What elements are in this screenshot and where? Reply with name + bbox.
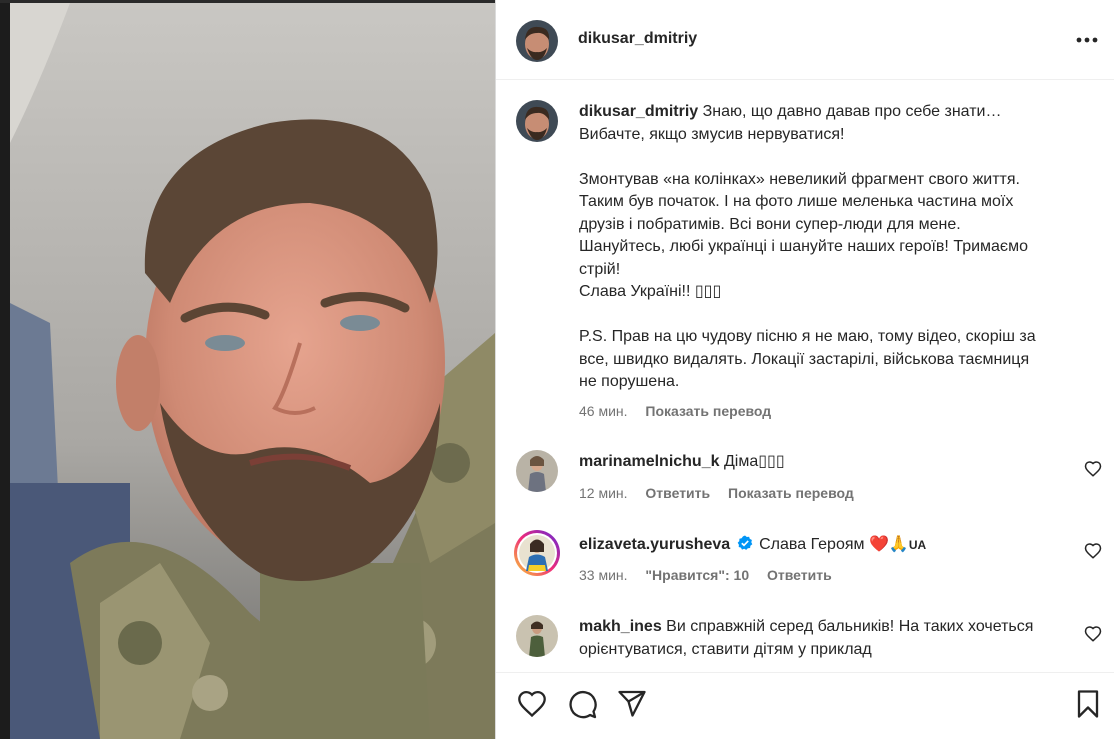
- comment-text: Ви справжній серед бальників! На таких х…: [666, 618, 1034, 635]
- post-panel: dikusar_dmitriy dikusar_dmitriy Знаю, що…: [496, 0, 1114, 739]
- avatar-image: [516, 20, 558, 62]
- comment-username[interactable]: makh_ines: [579, 618, 662, 635]
- caption-line: Шануйтесь, любі українці і шануйте наших…: [579, 238, 1028, 255]
- like-heart-icon[interactable]: [516, 688, 548, 720]
- comment-emojis: ❤️🙏: [868, 534, 909, 553]
- actions-divider: [496, 672, 1114, 673]
- avatar-image: [517, 533, 557, 573]
- avatar-image: [516, 615, 558, 657]
- author-avatar[interactable]: [516, 20, 558, 62]
- comment-text: орієнтуватися, ставити дітям у приклад: [579, 640, 872, 658]
- more-options-icon[interactable]: [1074, 28, 1100, 52]
- like-comment-heart-icon[interactable]: [1084, 460, 1102, 478]
- comment-time: 12 мин.: [579, 485, 628, 501]
- translate-link[interactable]: Показать перевод: [645, 403, 771, 419]
- caption-line: не порушена.: [579, 373, 680, 390]
- caption-line: P.S. Прав на цю чудову пісню я не маю, т…: [579, 328, 1036, 345]
- verified-icon: [737, 535, 752, 550]
- caption-author-avatar[interactable]: [516, 100, 558, 142]
- comment-body: makh_ines Ви справжній серед бальників! …: [579, 616, 1069, 661]
- header-username[interactable]: dikusar_dmitriy: [578, 30, 697, 48]
- caption-line: Слава Україні!! ▯▯▯: [579, 283, 722, 300]
- caption-line: стрій!: [579, 260, 621, 278]
- caption-line: Змонтував «на колінках» невеликий фрагме…: [579, 170, 1020, 188]
- like-comment-heart-icon[interactable]: [1084, 625, 1102, 643]
- likes-count[interactable]: "Нравится": 10: [645, 567, 749, 583]
- comment-item: marinamelnichu_k Діма▯▯▯ 12 мин. Ответит…: [496, 450, 1114, 510]
- comment-meta: 12 мин. Ответить Показать перевод: [579, 485, 868, 501]
- comment-time: 33 мин.: [579, 567, 628, 583]
- avatar-image: [516, 100, 558, 142]
- commenter-avatar[interactable]: [516, 615, 558, 657]
- avatar-image: [516, 450, 558, 492]
- share-icon[interactable]: [616, 688, 648, 720]
- comment-item: makh_ines Ви справжній серед бальників! …: [496, 615, 1114, 670]
- comment-icon[interactable]: [566, 688, 598, 720]
- comment-body: elizaveta.yurusheva Слава Героям ❤️🙏UA: [579, 533, 1069, 557]
- translate-link[interactable]: Показать перевод: [728, 485, 854, 501]
- post-media-video[interactable]: [10, 3, 495, 739]
- caption-line: Вибачте, якщо змусив нервуватися!: [579, 125, 845, 143]
- comment-username[interactable]: marinamelnichu_k: [579, 453, 720, 470]
- comment-meta: 33 мин. "Нравится": 10 Ответить: [579, 567, 846, 583]
- caption-username[interactable]: dikusar_dmitriy: [579, 103, 698, 120]
- commenter-avatar-story-ring[interactable]: [514, 530, 560, 576]
- post-header: dikusar_dmitriy: [496, 0, 1114, 80]
- save-bookmark-icon[interactable]: [1072, 688, 1104, 720]
- flag-text: UA: [908, 538, 927, 552]
- caption-meta: 46 мин. Показать перевод: [579, 400, 1069, 423]
- comment-username[interactable]: elizaveta.yurusheva: [579, 536, 730, 553]
- reply-link[interactable]: Ответить: [767, 567, 832, 583]
- reply-link[interactable]: Ответить: [645, 485, 710, 501]
- comment-body: marinamelnichu_k Діма▯▯▯: [579, 451, 1069, 474]
- caption-line: Таким був початок. І на фото лише мелень…: [579, 193, 1014, 210]
- comment-text: Діма▯▯▯: [723, 453, 785, 470]
- caption-line: Знаю, що давно давав про себе знати…: [702, 103, 1002, 120]
- caption-line: все, швидко видалять. Локації застарілі,…: [579, 350, 1030, 368]
- caption-line: друзів і побратимів. Всі вони супер-люди…: [579, 215, 961, 233]
- like-comment-heart-icon[interactable]: [1084, 542, 1102, 560]
- window-edge: [0, 0, 10, 739]
- post-caption: dikusar_dmitriy Знаю, що давно давав про…: [579, 101, 1069, 422]
- commenter-avatar[interactable]: [516, 450, 558, 492]
- post-time: 46 мин.: [579, 402, 628, 419]
- comment-text: Слава Героям: [759, 536, 865, 553]
- selfie-image: [10, 3, 495, 739]
- comment-item: elizaveta.yurusheva Слава Героям ❤️🙏UA 3…: [496, 530, 1114, 592]
